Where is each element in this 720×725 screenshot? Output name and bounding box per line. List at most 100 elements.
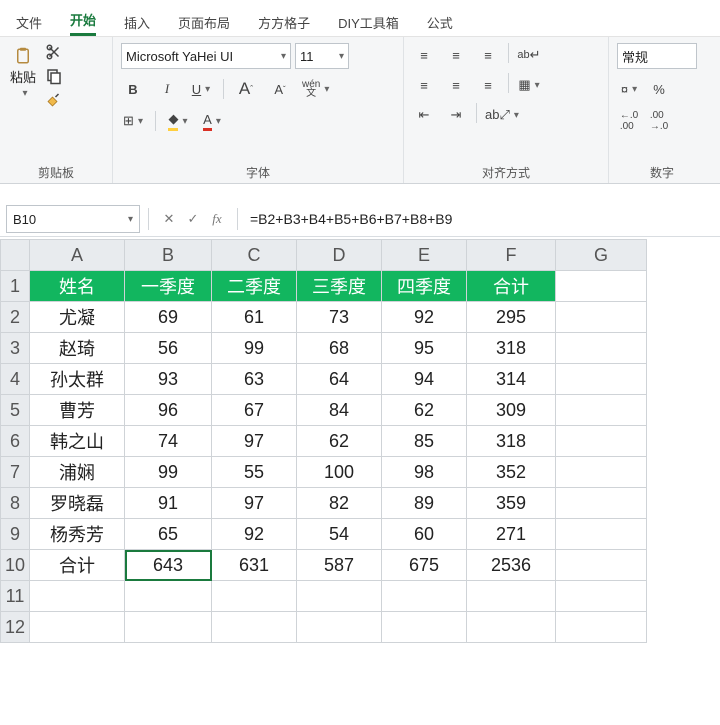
decrease-decimal-button[interactable]: .00→.0	[647, 109, 671, 133]
cell[interactable]: 100	[297, 457, 382, 488]
cell[interactable]	[212, 612, 297, 643]
cell[interactable]: 97	[212, 426, 297, 457]
font-name-select[interactable]: Microsoft YaHei UI▾	[121, 43, 291, 69]
row-header[interactable]: 9	[1, 519, 30, 550]
cell[interactable]	[556, 612, 647, 643]
cell[interactable]: 93	[125, 364, 212, 395]
cell[interactable]: 92	[212, 519, 297, 550]
cell[interactable]: 二季度	[212, 271, 297, 302]
cell[interactable]: 94	[382, 364, 467, 395]
align-left-button[interactable]: ≡	[412, 73, 436, 97]
cell[interactable]	[556, 271, 647, 302]
cell[interactable]: 85	[382, 426, 467, 457]
tab-pagelayout[interactable]: 页面布局	[178, 13, 230, 36]
cell[interactable]: 98	[382, 457, 467, 488]
cell[interactable]: 杨秀芳	[30, 519, 125, 550]
cell[interactable]: 92	[382, 302, 467, 333]
cell[interactable]: 浦娴	[30, 457, 125, 488]
cell[interactable]: 61	[212, 302, 297, 333]
cell[interactable]	[556, 364, 647, 395]
cell[interactable]: 318	[467, 333, 556, 364]
tab-home[interactable]: 开始	[70, 10, 96, 36]
grow-font-button[interactable]: Aˆ	[234, 77, 258, 101]
enter-button[interactable]: ✓	[181, 211, 205, 227]
cell[interactable]: 643	[125, 550, 212, 581]
indent-decrease-button[interactable]: ⇤	[412, 103, 436, 127]
row-header[interactable]: 1	[1, 271, 30, 302]
paste-dropdown-icon[interactable]: ▾	[18, 88, 27, 99]
cell[interactable]: 韩之山	[30, 426, 125, 457]
cell[interactable]	[556, 488, 647, 519]
col-header-A[interactable]: A	[30, 240, 125, 271]
cell[interactable]: 67	[212, 395, 297, 426]
row-header[interactable]: 12	[1, 612, 30, 643]
cell[interactable]: 631	[212, 550, 297, 581]
tab-formula[interactable]: 公式	[427, 13, 453, 36]
cell[interactable]: 96	[125, 395, 212, 426]
cell[interactable]: 84	[297, 395, 382, 426]
cell[interactable]: 62	[297, 426, 382, 457]
cell[interactable]: 曹芳	[30, 395, 125, 426]
cell[interactable]: 68	[297, 333, 382, 364]
cell[interactable]: 三季度	[297, 271, 382, 302]
row-header[interactable]: 11	[1, 581, 30, 612]
format-painter-button[interactable]	[44, 91, 64, 109]
percent-button[interactable]: %	[647, 77, 671, 101]
cell[interactable]: 314	[467, 364, 556, 395]
cell[interactable]: 352	[467, 457, 556, 488]
cell[interactable]: 64	[297, 364, 382, 395]
cell[interactable]: 56	[125, 333, 212, 364]
cell[interactable]	[556, 426, 647, 457]
cell[interactable]	[125, 581, 212, 612]
cell[interactable]	[30, 581, 125, 612]
orientation-button[interactable]: ab⤢▾	[485, 103, 519, 127]
cell[interactable]: 359	[467, 488, 556, 519]
cell[interactable]	[125, 612, 212, 643]
cell[interactable]	[556, 395, 647, 426]
cell[interactable]: 309	[467, 395, 556, 426]
cell[interactable]: 孙太群	[30, 364, 125, 395]
cell[interactable]: 295	[467, 302, 556, 333]
cell[interactable]: 65	[125, 519, 212, 550]
formula-input[interactable]: =B2+B3+B4+B5+B6+B7+B8+B9	[246, 211, 720, 227]
shrink-font-button[interactable]: Aˇ	[268, 77, 292, 101]
cell[interactable]	[382, 581, 467, 612]
cell[interactable]: 73	[297, 302, 382, 333]
row-header[interactable]: 3	[1, 333, 30, 364]
tab-file[interactable]: 文件	[16, 13, 42, 36]
fill-color-button[interactable]: ◆▾	[166, 109, 190, 133]
col-header-C[interactable]: C	[212, 240, 297, 271]
cell[interactable]: 99	[125, 457, 212, 488]
font-color-button[interactable]: A▾	[200, 109, 224, 133]
align-bottom-button[interactable]: ≡	[476, 43, 500, 67]
cut-button[interactable]	[44, 43, 64, 61]
increase-decimal-button[interactable]: ←.0.00	[617, 109, 641, 133]
cell[interactable]: 罗晓磊	[30, 488, 125, 519]
align-center-button[interactable]: ≡	[444, 73, 468, 97]
col-header-G[interactable]: G	[556, 240, 647, 271]
cell[interactable]: 四季度	[382, 271, 467, 302]
cell[interactable]: 587	[297, 550, 382, 581]
paste-button[interactable]: 粘贴 ▾	[8, 43, 38, 109]
align-top-button[interactable]: ≡	[412, 43, 436, 67]
tab-insert[interactable]: 插入	[124, 13, 150, 36]
cell[interactable]: 74	[125, 426, 212, 457]
cell[interactable]	[556, 519, 647, 550]
cell[interactable]	[30, 612, 125, 643]
border-button[interactable]: ⊞▾	[121, 109, 145, 133]
cell[interactable]: 82	[297, 488, 382, 519]
cell[interactable]: 99	[212, 333, 297, 364]
tab-diy[interactable]: DIY工具箱	[338, 13, 399, 36]
cell[interactable]	[556, 550, 647, 581]
cell[interactable]: 97	[212, 488, 297, 519]
select-all-corner[interactable]	[1, 240, 30, 271]
col-header-B[interactable]: B	[125, 240, 212, 271]
cell[interactable]	[297, 612, 382, 643]
align-middle-button[interactable]: ≡	[444, 43, 468, 67]
cell[interactable]: 赵琦	[30, 333, 125, 364]
cell[interactable]	[556, 457, 647, 488]
copy-button[interactable]	[44, 67, 64, 85]
cell[interactable]: 一季度	[125, 271, 212, 302]
tab-fangfang[interactable]: 方方格子	[258, 13, 310, 36]
row-header[interactable]: 5	[1, 395, 30, 426]
